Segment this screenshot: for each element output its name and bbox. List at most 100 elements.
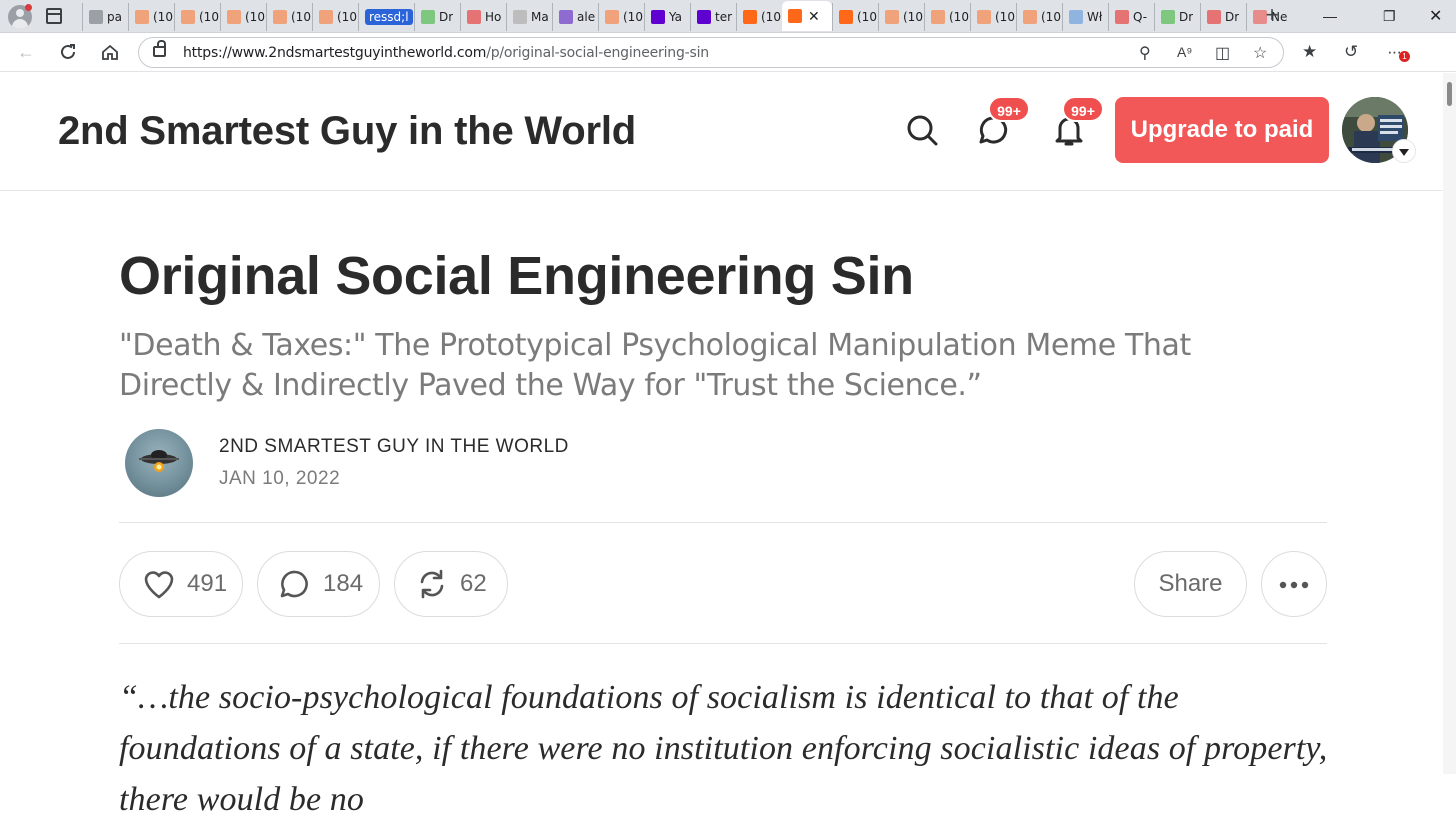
- tab-label: (10: [995, 10, 1015, 24]
- search-icon[interactable]: [905, 113, 939, 147]
- tab-label: (10: [949, 10, 969, 24]
- browser-tab[interactable]: (10: [174, 3, 220, 31]
- back-icon[interactable]: ←: [16, 42, 36, 62]
- restack-button[interactable]: 62: [394, 551, 508, 617]
- history-icon[interactable]: ↺: [1344, 42, 1358, 62]
- like-count: 491: [187, 570, 228, 597]
- tab-label: (10: [199, 10, 219, 24]
- tab-label: Ho: [485, 10, 502, 24]
- browser-tab[interactable]: (10: [128, 3, 174, 31]
- restack-count: 62: [460, 570, 487, 597]
- close-tab-icon[interactable]: ✕: [808, 8, 820, 25]
- post-title: Original Social Engineering Sin: [119, 246, 914, 306]
- tab-label: ressd;l: [365, 9, 413, 25]
- favorite-star-icon[interactable]: ☆: [1253, 43, 1267, 63]
- tab-label: (10: [1041, 10, 1061, 24]
- browser-tab[interactable]: (10: [832, 3, 878, 31]
- tab-label: Q-: [1133, 10, 1148, 24]
- more-dots-icon: [1279, 581, 1309, 588]
- divider: [119, 522, 1327, 523]
- close-window-icon[interactable]: ✕: [1429, 6, 1442, 26]
- address-toolbar: ← https://www.2ndsmartestguyintheworld.c…: [0, 33, 1456, 97]
- tab-favicon-icon: [931, 10, 945, 24]
- share-button[interactable]: Share: [1134, 551, 1247, 617]
- restack-icon: [420, 569, 444, 599]
- upgrade-to-paid-button[interactable]: Upgrade to paid: [1115, 97, 1329, 163]
- tab-favicon-icon: [227, 10, 241, 24]
- bell-badge: 99+: [1062, 96, 1104, 122]
- minimize-icon[interactable]: —: [1323, 8, 1337, 24]
- tab-label: ter: [715, 10, 733, 24]
- lock-icon[interactable]: [153, 40, 166, 57]
- tab-label: (10: [337, 10, 357, 24]
- tab-favicon-icon: [885, 10, 899, 24]
- browser-tab[interactable]: (10: [266, 3, 312, 31]
- browser-tab[interactable]: Ho: [460, 3, 506, 31]
- browser-tab[interactable]: (10: [878, 3, 924, 31]
- browser-tab[interactable]: (10: [220, 3, 266, 31]
- scrollbar-thumb[interactable]: [1447, 82, 1452, 106]
- new-tab-button[interactable]: +: [1262, 4, 1282, 26]
- browser-tab[interactable]: (10: [924, 3, 970, 31]
- comment-button[interactable]: 184: [257, 551, 380, 617]
- author-name[interactable]: 2ND SMARTEST GUY IN THE WORLD: [219, 436, 569, 458]
- browser-tab[interactable]: Ya: [644, 3, 690, 31]
- like-button[interactable]: 491: [119, 551, 243, 617]
- favorites-icon[interactable]: ★: [1302, 42, 1317, 62]
- tab-label: (10: [291, 10, 311, 24]
- browser-tab[interactable]: (10: [736, 3, 782, 31]
- refresh-icon[interactable]: [58, 42, 78, 62]
- browser-tab[interactable]: Dr: [1154, 3, 1200, 31]
- browser-tab[interactable]: pa: [82, 3, 128, 31]
- heart-icon: [144, 571, 174, 599]
- browser-tab[interactable]: (10: [598, 3, 644, 31]
- tab-label: (10: [857, 10, 877, 24]
- tab-favicon-icon: [513, 10, 527, 24]
- tab-actions-icon[interactable]: [46, 8, 62, 24]
- browser-tab[interactable]: (10: [1016, 3, 1062, 31]
- tab-label: Ma: [531, 10, 549, 24]
- read-aloud-icon[interactable]: A⁹: [1177, 44, 1192, 60]
- tab-favicon-icon: [605, 10, 619, 24]
- browser-tab-strip: pa (10 (10 (10 (10 (10 ressd;l Dr Ho Ma ale (10 Ya te…: [0, 0, 1456, 33]
- home-icon[interactable]: [100, 42, 120, 62]
- author-avatar[interactable]: [125, 429, 193, 497]
- tab-favicon-icon: [977, 10, 991, 24]
- tab-label: (10: [623, 10, 643, 24]
- browser-tab[interactable]: (10: [312, 3, 358, 31]
- tab-label: (10: [903, 10, 923, 24]
- browser-tab[interactable]: Ma: [506, 3, 552, 31]
- tab-label: (10: [761, 10, 781, 24]
- browser-tab[interactable]: Dr: [1200, 3, 1246, 31]
- tab-favicon-icon: [1161, 10, 1175, 24]
- tab-favicon-icon: [743, 10, 757, 24]
- tab-favicon-icon: [1023, 10, 1037, 24]
- browser-tab[interactable]: Wł: [1062, 3, 1108, 31]
- more-options-button[interactable]: [1261, 551, 1327, 617]
- browser-tab[interactable]: Q-: [1108, 3, 1154, 31]
- comment-icon: [280, 570, 308, 598]
- active-tab[interactable]: ✕: [782, 1, 832, 31]
- address-bar[interactable]: https://www.2ndsmartestguyintheworld.com…: [138, 37, 1284, 68]
- url-text[interactable]: https://www.2ndsmartestguyintheworld.com…: [183, 45, 709, 61]
- zoom-icon[interactable]: ⚲: [1139, 43, 1151, 63]
- site-header: 2nd Smartest Guy in the World 99+ 99+ Up…: [0, 73, 1443, 191]
- immersive-reader-icon[interactable]: ◫: [1215, 43, 1230, 63]
- browser-tab[interactable]: ter: [690, 3, 736, 31]
- browser-tab[interactable]: ale: [552, 3, 598, 31]
- tab-favicon-icon: [788, 9, 802, 23]
- tab-favicon-icon: [1207, 10, 1221, 24]
- chat-badge: 99+: [988, 96, 1030, 122]
- browser-tab[interactable]: ressd;l: [358, 3, 414, 31]
- tab-label: ale: [577, 10, 596, 24]
- account-dropdown-icon[interactable]: [1392, 139, 1416, 163]
- site-title[interactable]: 2nd Smartest Guy in the World: [58, 109, 636, 154]
- browser-tab[interactable]: (10: [970, 3, 1016, 31]
- page-scrollbar[interactable]: [1443, 73, 1456, 774]
- tab-favicon-icon: [1069, 10, 1083, 24]
- browser-tab[interactable]: Dr: [414, 3, 460, 31]
- tab-label: (10: [153, 10, 173, 24]
- tab-favicon-icon: [421, 10, 435, 24]
- restore-icon[interactable]: ❐: [1383, 8, 1396, 25]
- tab-favicon-icon: [559, 10, 573, 24]
